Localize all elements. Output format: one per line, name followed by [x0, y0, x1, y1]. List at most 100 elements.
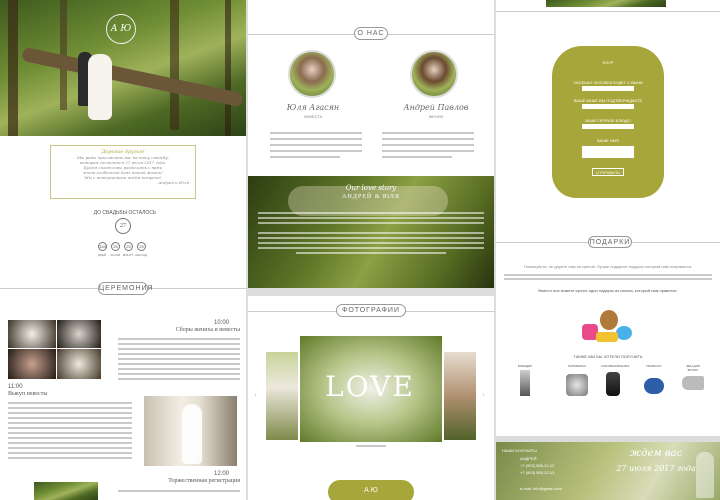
text-line: [270, 138, 362, 140]
text-line: [382, 132, 474, 134]
photos-heading: ФОТОГРАФИИ: [336, 304, 406, 317]
footer-phone: +7 (903) 555-22-13: [520, 470, 555, 475]
text-line: [8, 412, 132, 414]
text-line: [270, 150, 362, 152]
text-line: [118, 368, 240, 370]
love-letters: LOVE: [325, 370, 415, 403]
text-line: [258, 212, 484, 214]
toy-bear: [600, 310, 618, 330]
gallery-photo: [444, 352, 476, 440]
countdown-label: ЧАСОВ: [109, 253, 121, 257]
gallery-prev-arrow[interactable]: ‹: [254, 390, 257, 399]
dress-figure: [182, 404, 202, 464]
text-line: [8, 407, 132, 409]
gifts-intro: Пожалуйста, не дарите нам ни цветов. Луч…: [523, 264, 693, 269]
ceremony-photo: [57, 349, 101, 379]
gifts-page: ПОДАРКИ Пожалуйста, не дарите нам ни цве…: [496, 236, 720, 436]
footer-contacts-title: НАШИ КОНТАКТЫ: [502, 448, 537, 453]
bride-sub: НЕВЕСТА: [303, 114, 323, 119]
love-story-names: АНДРЕЙ & ЮЛЯ: [342, 194, 400, 200]
text-line: [118, 338, 240, 340]
text-line: [382, 144, 474, 146]
event1-time: 10:00: [214, 320, 230, 326]
event2-time: 11:00: [8, 384, 23, 390]
text-line: [118, 378, 240, 380]
toy-car: [596, 332, 618, 342]
love-story-banner: Our love story АНДРЕЙ & ЮЛЯ: [248, 176, 494, 288]
text-line: [8, 442, 132, 444]
caption-line: [356, 445, 386, 447]
text-line: [258, 237, 484, 239]
text-line: [8, 432, 132, 434]
ceremony-photo: [34, 482, 98, 500]
toys-image: [580, 308, 640, 348]
ceremony-heading: ЦЕРЕМОНИЯ: [98, 282, 153, 295]
gift-name: СОКОВЫЖИМАЛКА: [601, 364, 630, 368]
invite-card: Дорогие друзья! Мы рады пригласить вас н…: [50, 145, 196, 199]
gift-blender[interactable]: [520, 370, 530, 396]
photos-page: ФОТОГРАФИИ LOVE ‹ › А Ю: [248, 296, 494, 500]
text-line: [258, 232, 484, 234]
countdown-label: СЕКУНД: [135, 253, 148, 257]
rsvp-textarea[interactable]: [582, 146, 634, 158]
countdown-seconds: 25: [137, 242, 146, 251]
text-line: [504, 274, 712, 276]
hero-photo: А Ю: [0, 0, 246, 136]
about-heading: О НАС: [354, 27, 388, 40]
gift-name: ФЕН ДЛЯ ВОЛОС: [686, 364, 700, 372]
gallery-next-arrow[interactable]: ›: [482, 390, 485, 399]
rsvp-line: ВАШЕ ПЕРВОЕ БЛЮДО: [585, 118, 631, 123]
text-line: [8, 402, 132, 404]
text-line: [8, 417, 132, 419]
text-line: [8, 427, 132, 429]
countdown-days: 154: [98, 242, 107, 251]
gift-vacuum[interactable]: [644, 378, 664, 394]
event2-title: Выкуп невесты: [8, 391, 48, 397]
text-line: [118, 343, 240, 345]
toy-ball: [616, 326, 632, 340]
footer-script: ждем вас: [629, 448, 683, 459]
text-line: [258, 222, 484, 224]
rsvp-line: ВАШЕ ВАШЕ ВЫ ПОДТВЕРЖДАЕТЕ: [573, 98, 643, 103]
countdown-badge: 27: [115, 218, 131, 234]
groom-name: Андрей Павлов: [403, 103, 469, 112]
text-line: [118, 353, 240, 355]
top-strip-photo: [546, 0, 666, 7]
rsvp-submit-button[interactable]: ОТПРАВИТЬ: [592, 168, 624, 176]
text-line: [258, 242, 484, 244]
text-line: [118, 363, 240, 365]
ceremony-photo: [8, 320, 56, 348]
rsvp-heading: RSVP: [602, 60, 614, 65]
footer-bride-silhouette: [696, 452, 714, 498]
countdown-minutes: 25: [124, 242, 133, 251]
monogram-badge: А Ю: [106, 14, 136, 44]
gift-steamer[interactable]: [566, 374, 588, 396]
gifts-heading: ПОДАРКИ: [588, 236, 632, 248]
ceremony-photo: [57, 320, 101, 348]
tree-trunk: [225, 0, 231, 136]
footer-phone: +7 (903) 555-22-12: [520, 463, 555, 468]
text-line: [258, 247, 484, 249]
invite-signature: Андрей и Юля: [158, 180, 189, 185]
text-line: [270, 144, 362, 146]
rsvp-field[interactable]: [582, 124, 634, 129]
gift-hairdryer[interactable]: [682, 376, 704, 390]
rsvp-field[interactable]: [582, 104, 634, 109]
text-line: [258, 217, 484, 219]
text-line: [382, 156, 452, 158]
gift-name: БЛЕНДЕР: [517, 364, 533, 368]
text-line: [118, 348, 240, 350]
gifts-list-heading: ТАКЖЕ МЫ БЫ ХОТЕЛИ ПОЛУЧИТЬ: [573, 354, 643, 359]
footer-email: e-mail: info@gmail.com: [520, 486, 562, 491]
text-line: [382, 150, 474, 152]
bride-figure: [88, 54, 112, 120]
text-line: [118, 373, 240, 375]
about-page: О НАС Юля Агасян НЕВЕСТА Андрей Павлов Ж…: [248, 0, 494, 176]
groom-photo: [410, 50, 458, 98]
rsvp-field[interactable]: [582, 86, 634, 91]
text-line: [8, 422, 132, 424]
gift-juicer[interactable]: [606, 372, 620, 396]
text-line: [118, 358, 240, 360]
rsvp-card: RSVP СКОЛЬКО ЧЕЛОВЕК БУДЕТ С ВАМИ ВАШЕ В…: [552, 46, 664, 198]
ceremony-page: ЦЕРЕМОНИЯ 10:00 Сборы жениха и невесты 1…: [0, 278, 246, 500]
